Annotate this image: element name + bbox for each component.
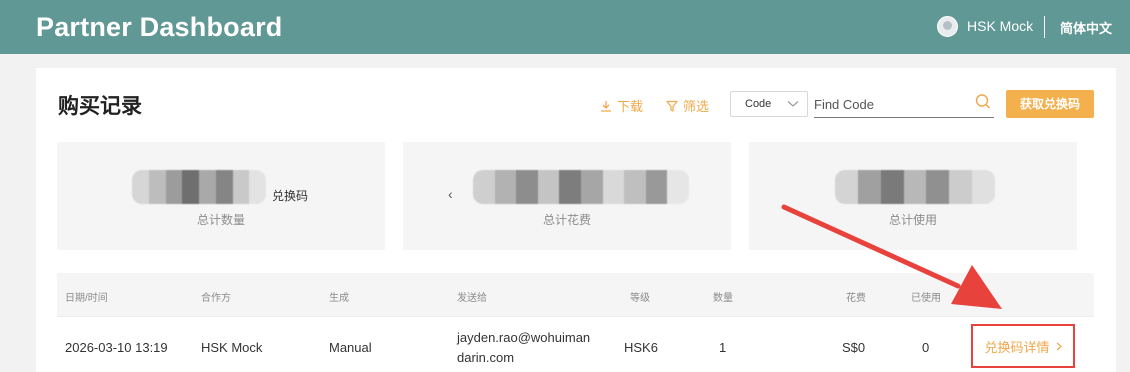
search-icon[interactable] bbox=[974, 93, 992, 111]
table-row: 2026-03-10 13:19 HSK Mock Manual jayden.… bbox=[57, 316, 1094, 372]
stat-prefix: ‹ bbox=[448, 186, 453, 202]
column-header-datetime: 日期/时间 bbox=[65, 293, 108, 304]
language-switcher[interactable]: 简体中文 bbox=[1060, 18, 1112, 37]
column-header-used: 已使用 bbox=[911, 293, 941, 304]
column-header-generation: 生成 bbox=[329, 293, 349, 304]
stat-total-cost: ‹ 总计花费 bbox=[403, 142, 731, 250]
cell-datetime: 2026-03-10 13:19 bbox=[65, 340, 168, 355]
user-menu[interactable]: HSK Mock bbox=[937, 14, 1033, 38]
redacted-value bbox=[835, 170, 995, 204]
app-title: Partner Dashboard bbox=[36, 12, 283, 42]
header-divider bbox=[1044, 16, 1045, 38]
table-header: 日期/时间 合作方 生成 发送给 等级 数量 花费 已使用 bbox=[57, 273, 1094, 316]
stat-label: 总计数量 bbox=[196, 213, 245, 227]
cell-send-to-line2: darin.com bbox=[457, 350, 515, 365]
stat-unit: 兑换码 bbox=[272, 189, 309, 203]
cell-send-to-line1: jayden.rao@wohuiman bbox=[457, 330, 591, 345]
chevron-down-icon bbox=[787, 101, 799, 107]
cell-quantity: 1 bbox=[719, 340, 727, 355]
cell-level: HSK6 bbox=[624, 340, 658, 355]
search-field bbox=[814, 90, 994, 118]
stat-total-used: 总计使用 bbox=[749, 142, 1077, 250]
column-header-quantity: 数量 bbox=[713, 293, 733, 304]
code-type-select[interactable]: Code bbox=[730, 91, 808, 117]
avatar bbox=[937, 15, 958, 37]
code-details-link[interactable]: 兑换码详情 bbox=[971, 324, 1075, 368]
get-code-button[interactable]: 获取兑换码 bbox=[1006, 90, 1094, 118]
filter-button[interactable]: 筛选 bbox=[666, 96, 709, 115]
cell-generation: Manual bbox=[329, 340, 372, 355]
redacted-value bbox=[132, 170, 266, 204]
cell-partner: HSK Mock bbox=[201, 340, 263, 355]
code-details-label: 兑换码详情 bbox=[984, 339, 1050, 355]
column-header-cost: 花费 bbox=[846, 293, 866, 304]
redacted-value bbox=[473, 170, 689, 204]
column-header-partner: 合作方 bbox=[201, 293, 231, 304]
code-select-value: Code bbox=[745, 98, 772, 110]
stat-total-quantity: 兑换码 总计数量 bbox=[57, 142, 385, 250]
download-button[interactable]: 下载 bbox=[600, 96, 643, 115]
page-title: 购买记录 bbox=[58, 95, 142, 118]
filter-label: 筛选 bbox=[683, 99, 710, 114]
stat-label: 总计花费 bbox=[542, 213, 591, 227]
cell-used: 0 bbox=[922, 340, 930, 355]
purchase-records-card: 购买记录 下载 筛选 Code 获取兑换码 兑换码 总计数量 bbox=[36, 68, 1116, 372]
download-label: 下载 bbox=[617, 99, 644, 114]
cell-cost: S$0 bbox=[842, 340, 866, 355]
user-name: HSK Mock bbox=[967, 18, 1034, 34]
column-header-send-to: 发送给 bbox=[457, 293, 487, 304]
column-header-level: 等级 bbox=[630, 293, 650, 304]
top-bar: Partner Dashboard HSK Mock 简体中文 bbox=[0, 0, 1130, 54]
stat-label: 总计使用 bbox=[888, 213, 937, 227]
filter-icon bbox=[666, 100, 678, 112]
chevron-right-icon bbox=[1056, 342, 1062, 350]
download-icon bbox=[601, 100, 611, 112]
search-input[interactable] bbox=[814, 94, 964, 114]
